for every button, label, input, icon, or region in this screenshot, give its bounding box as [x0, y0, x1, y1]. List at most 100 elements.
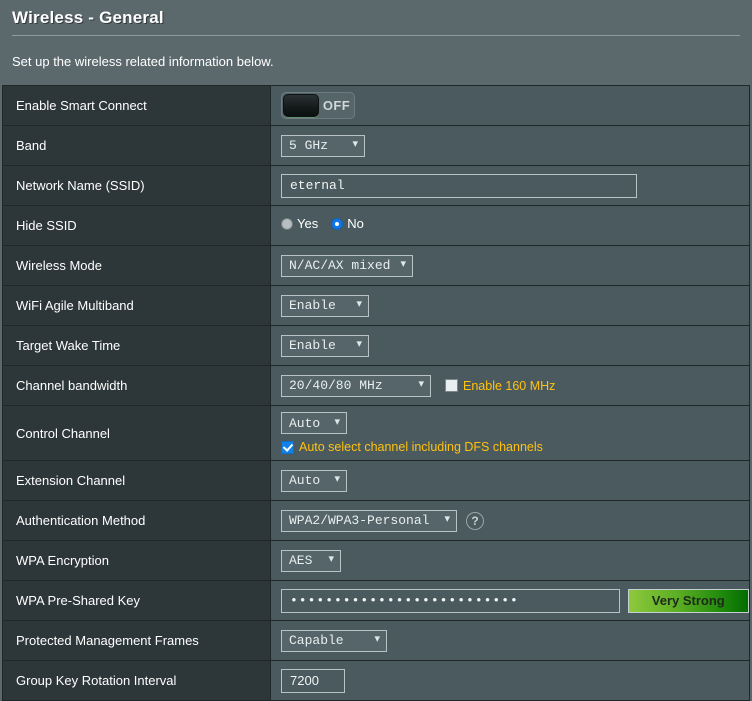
- value-wireless-mode: N/AC/AX mixed ▾: [270, 245, 750, 286]
- table-row-band: Band 5 GHz ▾: [2, 125, 750, 166]
- wpa-psk-input[interactable]: [281, 588, 620, 613]
- channel-bandwidth-select-value: 20/40/80 MHz: [289, 378, 383, 393]
- chevron-down-icon: ▾: [400, 259, 406, 271]
- value-band: 5 GHz ▾: [270, 125, 750, 166]
- page-title: Wireless - General: [12, 8, 164, 27]
- chevron-down-icon: ▾: [374, 634, 380, 646]
- chevron-down-icon: ▾: [334, 416, 340, 429]
- toggle-knob: [283, 94, 319, 117]
- channel-bandwidth-controls: 20/40/80 MHz ▾ Enable 160 MHz: [281, 374, 749, 397]
- checkbox-icon-dfs: [281, 440, 294, 454]
- value-wpa-encryption: AES ▾: [270, 540, 750, 581]
- pmf-select[interactable]: Capable ▾: [281, 629, 387, 652]
- chevron-down-icon: ▾: [352, 139, 358, 151]
- table-row-agile-multiband: WiFi Agile Multiband Enable ▾: [2, 285, 750, 326]
- label-smart-connect: Enable Smart Connect: [2, 85, 271, 126]
- table-row-smart-connect: Enable Smart Connect OFF: [2, 85, 750, 126]
- auth-method-controls: WPA2/WPA3-Personal ▾ ?: [281, 509, 749, 532]
- table-row-wpa-psk: WPA Pre-Shared Key Very Strong: [2, 580, 750, 621]
- table-row-control-channel: Control Channel Auto ▾ Auto select chann…: [2, 405, 750, 461]
- value-hide-ssid: Yes No: [270, 205, 750, 246]
- control-channel-controls: Auto ▾ Auto select channel including DFS…: [281, 412, 749, 454]
- radio-icon-yes: [281, 217, 293, 230]
- value-auth-method: WPA2/WPA3-Personal ▾ ?: [270, 500, 750, 541]
- band-select-value: 5 GHz: [289, 138, 329, 153]
- wireless-mode-select[interactable]: N/AC/AX mixed ▾: [281, 254, 413, 277]
- table-row-wpa-encryption: WPA Encryption AES ▾: [2, 540, 750, 581]
- label-hide-ssid: Hide SSID: [2, 205, 271, 246]
- pmf-select-value: Capable: [289, 633, 344, 648]
- control-channel-select-value: Auto: [289, 415, 321, 431]
- channel-bandwidth-select[interactable]: 20/40/80 MHz ▾: [281, 374, 431, 397]
- table-row-hide-ssid: Hide SSID Yes No: [2, 205, 750, 246]
- auto-select-dfs-label: Auto select channel including DFS channe…: [299, 440, 543, 454]
- table-row-extension-channel: Extension Channel Auto ▾: [2, 460, 750, 501]
- table-row-auth-method: Authentication Method WPA2/WPA3-Personal…: [2, 500, 750, 541]
- hide-ssid-radio-group: Yes No: [281, 216, 364, 231]
- target-wake-time-select-value: Enable: [289, 338, 336, 353]
- extension-channel-select-value: Auto: [289, 473, 321, 488]
- value-pmf: Capable ▾: [270, 620, 750, 661]
- value-ssid: [270, 165, 750, 206]
- checkbox-icon-160mhz: [445, 379, 458, 392]
- value-target-wake-time: Enable ▾: [270, 325, 750, 366]
- wpa-encryption-select-value: AES: [289, 553, 313, 568]
- agile-multiband-select[interactable]: Enable ▾: [281, 294, 369, 317]
- chevron-down-icon: ▾: [418, 379, 424, 391]
- chevron-down-icon: ▾: [334, 474, 340, 486]
- label-auth-method: Authentication Method: [2, 500, 271, 541]
- label-extension-channel: Extension Channel: [2, 460, 271, 501]
- label-control-channel: Control Channel: [2, 405, 271, 461]
- table-row-target-wake-time: Target Wake Time Enable ▾: [2, 325, 750, 366]
- label-wpa-psk: WPA Pre-Shared Key: [2, 580, 271, 621]
- value-control-channel: Auto ▾ Auto select channel including DFS…: [270, 405, 750, 461]
- toggle-state-label: OFF: [322, 98, 351, 113]
- value-wpa-psk: Very Strong: [270, 580, 750, 621]
- smart-connect-toggle[interactable]: OFF: [281, 92, 355, 119]
- label-wpa-encryption: WPA Encryption: [2, 540, 271, 581]
- ssid-input[interactable]: [281, 173, 637, 198]
- page-header: Wireless - General Set up the wireless r…: [0, 0, 752, 85]
- agile-multiband-select-value: Enable: [289, 298, 336, 313]
- table-row-channel-bandwidth: Channel bandwidth 20/40/80 MHz ▾ Enable …: [2, 365, 750, 406]
- wpa-encryption-select[interactable]: AES ▾: [281, 549, 341, 572]
- extension-channel-select[interactable]: Auto ▾: [281, 469, 347, 492]
- table-row-wireless-mode: Wireless Mode N/AC/AX mixed ▾: [2, 245, 750, 286]
- hide-ssid-radio-no[interactable]: No: [331, 216, 364, 231]
- auto-select-dfs-checkbox[interactable]: Auto select channel including DFS channe…: [281, 440, 749, 454]
- wireless-settings-table: Enable Smart Connect OFF Band 5 GHz ▾ Ne…: [2, 85, 750, 701]
- chevron-down-icon: ▾: [328, 554, 334, 566]
- label-ssid: Network Name (SSID): [2, 165, 271, 206]
- radio-icon-no: [331, 217, 344, 230]
- band-select[interactable]: 5 GHz ▾: [281, 134, 365, 157]
- chevron-down-icon: ▾: [356, 339, 362, 351]
- enable-160mhz-label: Enable 160 MHz: [463, 378, 556, 393]
- hide-ssid-label-no: No: [347, 216, 364, 232]
- table-row-ssid: Network Name (SSID): [2, 165, 750, 206]
- value-extension-channel: Auto ▾: [270, 460, 750, 501]
- chevron-down-icon: ▾: [444, 514, 450, 526]
- control-channel-select[interactable]: Auto ▾: [281, 412, 347, 434]
- help-icon[interactable]: ?: [466, 511, 484, 530]
- page-subtitle: Set up the wireless related information …: [12, 54, 274, 69]
- label-agile-multiband: WiFi Agile Multiband: [2, 285, 271, 326]
- label-target-wake-time: Target Wake Time: [2, 325, 271, 366]
- wpa-psk-controls: Very Strong: [281, 588, 749, 613]
- wireless-mode-select-value: N/AC/AX mixed: [289, 258, 391, 273]
- value-agile-multiband: Enable ▾: [270, 285, 750, 326]
- label-channel-bandwidth: Channel bandwidth: [2, 365, 271, 406]
- hide-ssid-label-yes: Yes: [297, 216, 319, 232]
- label-wireless-mode: Wireless Mode: [2, 245, 271, 286]
- password-strength-badge: Very Strong: [627, 588, 749, 613]
- hide-ssid-radio-yes[interactable]: Yes: [281, 216, 318, 231]
- target-wake-time-select[interactable]: Enable ▾: [281, 334, 369, 357]
- auth-method-select-value: WPA2/WPA3-Personal: [289, 513, 430, 528]
- table-row-pmf: Protected Management Frames Capable ▾: [2, 620, 750, 661]
- chevron-down-icon: ▾: [356, 299, 362, 311]
- label-band: Band: [2, 125, 271, 166]
- value-smart-connect: OFF: [270, 85, 750, 126]
- enable-160mhz-checkbox[interactable]: Enable 160 MHz: [445, 379, 555, 393]
- auth-method-select[interactable]: WPA2/WPA3-Personal ▾: [281, 509, 457, 532]
- value-channel-bandwidth: 20/40/80 MHz ▾ Enable 160 MHz: [270, 365, 750, 406]
- label-pmf: Protected Management Frames: [2, 620, 271, 661]
